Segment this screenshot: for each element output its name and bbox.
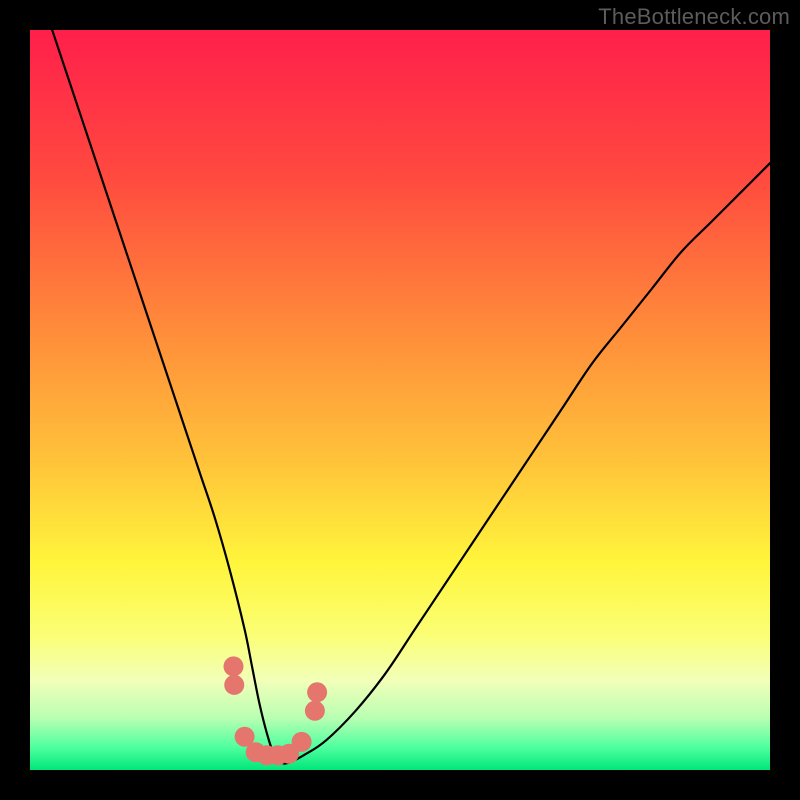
data-marker	[224, 656, 244, 676]
plot-area	[30, 30, 770, 770]
data-markers	[224, 656, 328, 765]
data-marker	[305, 701, 325, 721]
bottleneck-curve	[52, 30, 770, 764]
curve-layer	[30, 30, 770, 770]
chart-frame: TheBottleneck.com	[0, 0, 800, 800]
data-marker	[307, 682, 327, 702]
data-marker	[292, 732, 312, 752]
data-marker	[224, 675, 244, 695]
attribution-text: TheBottleneck.com	[598, 4, 790, 30]
